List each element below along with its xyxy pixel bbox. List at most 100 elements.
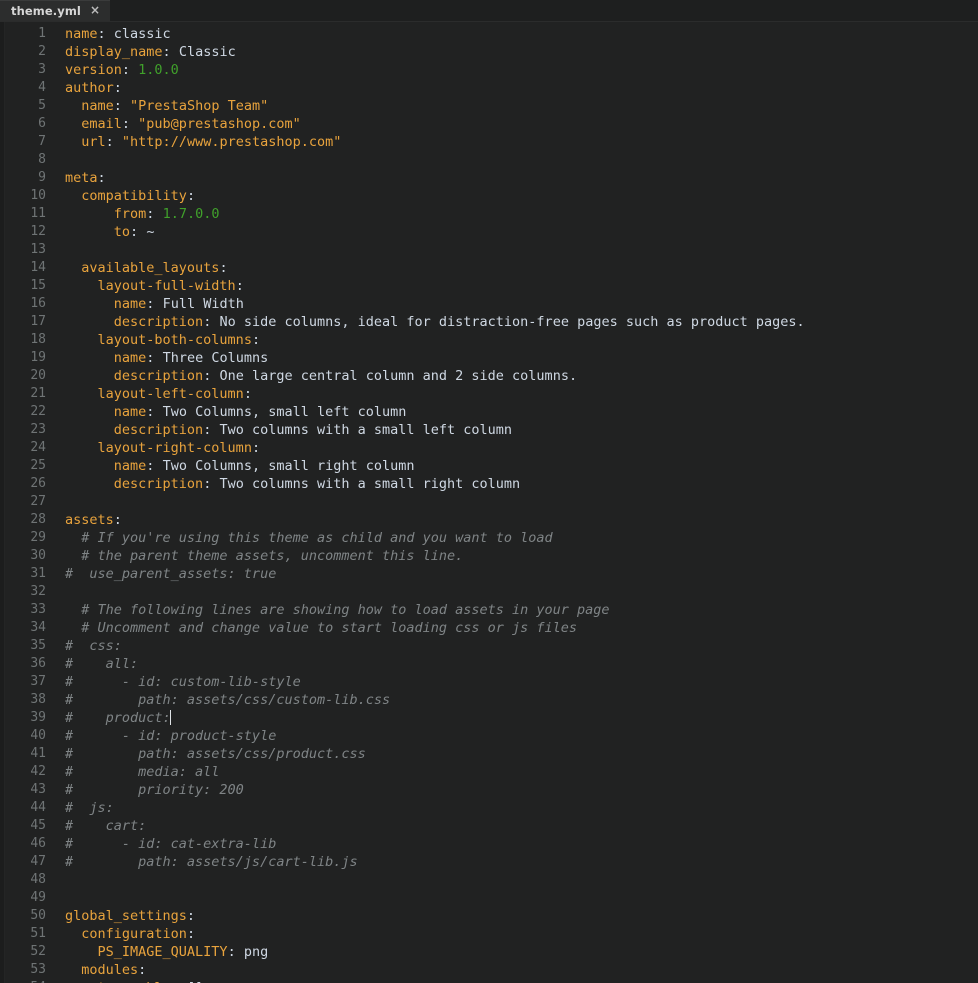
code-text[interactable]: name: Two Columns, small left column <box>49 403 407 421</box>
code-text[interactable]: email: "pub@prestashop.com" <box>49 115 300 133</box>
code-text[interactable]: name: Full Width <box>49 295 244 313</box>
code-text[interactable]: # - id: product-style <box>49 727 276 745</box>
code-line[interactable]: 8 <box>5 151 978 169</box>
code-text[interactable] <box>49 493 65 511</box>
code-line[interactable]: 13 <box>5 241 978 259</box>
code-text[interactable]: display_name: Classic <box>49 43 236 61</box>
code-text[interactable]: # css: <box>49 637 122 655</box>
tab-theme-yml[interactable]: theme.yml × <box>0 0 112 21</box>
code-line[interactable]: 50 global_settings: <box>5 907 978 925</box>
code-line[interactable]: 25 name: Two Columns, small right column <box>5 457 978 475</box>
code-line[interactable]: 44 # js: <box>5 799 978 817</box>
code-text[interactable]: # - id: cat-extra-lib <box>49 835 276 853</box>
code-line[interactable]: 33 # The following lines are showing how… <box>5 601 978 619</box>
code-text[interactable]: modules: <box>49 961 146 979</box>
code-line[interactable]: 49 <box>5 889 978 907</box>
code-line[interactable]: 40 # - id: product-style <box>5 727 978 745</box>
code-text[interactable]: meta: <box>49 169 106 187</box>
code-line[interactable]: 29 # If you're using this theme as child… <box>5 529 978 547</box>
code-text[interactable]: description: Two columns with a small le… <box>49 421 512 439</box>
code-text[interactable]: # path: assets/js/cart-lib.js <box>49 853 358 871</box>
code-text[interactable]: # Uncomment and change value to start lo… <box>49 619 577 637</box>
code-text[interactable]: # If you're using this theme as child an… <box>49 529 552 547</box>
code-line[interactable]: 28 assets: <box>5 511 978 529</box>
code-line[interactable]: 23 description: Two columns with a small… <box>5 421 978 439</box>
code-line[interactable]: 34 # Uncomment and change value to start… <box>5 619 978 637</box>
code-line[interactable]: 17 description: No side columns, ideal f… <box>5 313 978 331</box>
code-text[interactable]: compatibility: <box>49 187 195 205</box>
code-line[interactable]: 22 name: Two Columns, small left column <box>5 403 978 421</box>
code-text[interactable] <box>49 241 65 259</box>
code-line[interactable]: 48 <box>5 871 978 889</box>
code-text[interactable]: # media: all <box>49 763 219 781</box>
close-icon[interactable]: × <box>88 3 102 18</box>
code-line[interactable]: 20 description: One large central column… <box>5 367 978 385</box>
code-line[interactable]: 21 layout-left-column: <box>5 385 978 403</box>
code-line[interactable]: 26 description: Two columns with a small… <box>5 475 978 493</box>
code-line[interactable]: 10 compatibility: <box>5 187 978 205</box>
code-text[interactable]: description: One large central column an… <box>49 367 577 385</box>
code-text[interactable]: to: ~ <box>49 223 155 241</box>
code-line[interactable]: 3 version: 1.0.0 <box>5 61 978 79</box>
code-line[interactable]: 54 to_enable: [] <box>5 979 978 983</box>
code-line[interactable]: 15 layout-full-width: <box>5 277 978 295</box>
code-line[interactable]: 16 name: Full Width <box>5 295 978 313</box>
code-text[interactable]: version: 1.0.0 <box>49 61 179 79</box>
code-text[interactable]: description: No side columns, ideal for … <box>49 313 805 331</box>
code-line[interactable]: 35 # css: <box>5 637 978 655</box>
code-line[interactable]: 2 display_name: Classic <box>5 43 978 61</box>
code-text[interactable]: layout-both-columns: <box>49 331 261 349</box>
code-text[interactable]: layout-right-column: <box>49 439 261 457</box>
code-line[interactable]: 45 # cart: <box>5 817 978 835</box>
code-line[interactable]: 37 # - id: custom-lib-style <box>5 673 978 691</box>
code-text[interactable]: # product: <box>49 709 172 727</box>
code-line[interactable]: 51 configuration: <box>5 925 978 943</box>
code-line[interactable]: 36 # all: <box>5 655 978 673</box>
code-text[interactable]: description: Two columns with a small ri… <box>49 475 520 493</box>
code-line[interactable]: 6 email: "pub@prestashop.com" <box>5 115 978 133</box>
code-scroll-area[interactable]: 1 name: classic 2 display_name: Classic 3 ver… <box>5 22 978 983</box>
code-text[interactable]: configuration: <box>49 925 195 943</box>
code-line[interactable]: 14 available_layouts: <box>5 259 978 277</box>
code-text[interactable]: name: Three Columns <box>49 349 268 367</box>
code-line[interactable]: 9 meta: <box>5 169 978 187</box>
code-line[interactable]: 39 # product: <box>5 709 978 727</box>
code-text[interactable] <box>49 871 65 889</box>
code-line[interactable]: 12 to: ~ <box>5 223 978 241</box>
code-line[interactable]: 47 # path: assets/js/cart-lib.js <box>5 853 978 871</box>
code-line[interactable]: 5 name: "PrestaShop Team" <box>5 97 978 115</box>
code-text[interactable]: name: Two Columns, small right column <box>49 457 415 475</box>
code-line[interactable]: 24 layout-right-column: <box>5 439 978 457</box>
code-line[interactable]: 42 # media: all <box>5 763 978 781</box>
code-line[interactable]: 46 # - id: cat-extra-lib <box>5 835 978 853</box>
code-text[interactable]: assets: <box>49 511 122 529</box>
code-line[interactable]: 53 modules: <box>5 961 978 979</box>
code-line[interactable]: 19 name: Three Columns <box>5 349 978 367</box>
code-text[interactable]: # path: assets/css/custom-lib.css <box>49 691 390 709</box>
code-text[interactable]: author: <box>49 79 122 97</box>
code-line[interactable]: 7 url: "http://www.prestashop.com" <box>5 133 978 151</box>
code-text[interactable]: PS_IMAGE_QUALITY: png <box>49 943 269 961</box>
code-line[interactable]: 41 # path: assets/css/product.css <box>5 745 978 763</box>
code-text[interactable] <box>49 151 65 169</box>
code-line[interactable]: 43 # priority: 200 <box>5 781 978 799</box>
code-text[interactable]: # the parent theme assets, uncomment thi… <box>49 547 463 565</box>
code-editor[interactable]: 1 name: classic 2 display_name: Classic 3 ver… <box>0 22 978 983</box>
code-text[interactable] <box>49 889 65 907</box>
code-text[interactable]: available_layouts: <box>49 259 227 277</box>
code-line[interactable]: 30 # the parent theme assets, uncomment … <box>5 547 978 565</box>
code-text[interactable]: name: "PrestaShop Team" <box>49 97 268 115</box>
code-line[interactable]: 52 PS_IMAGE_QUALITY: png <box>5 943 978 961</box>
code-line[interactable]: 18 layout-both-columns: <box>5 331 978 349</box>
code-text[interactable]: layout-full-width: <box>49 277 244 295</box>
code-text[interactable]: # use_parent_assets: true <box>49 565 276 583</box>
code-text[interactable]: from: 1.7.0.0 <box>49 205 220 223</box>
code-text[interactable]: # The following lines are showing how to… <box>49 601 609 619</box>
code-line[interactable]: 38 # path: assets/css/custom-lib.css <box>5 691 978 709</box>
code-line[interactable]: 4 author: <box>5 79 978 97</box>
code-text[interactable]: # all: <box>49 655 138 673</box>
code-text[interactable]: layout-left-column: <box>49 385 252 403</box>
code-text[interactable]: global_settings: <box>49 907 195 925</box>
code-text[interactable]: name: classic <box>49 25 171 43</box>
code-line[interactable]: 11 from: 1.7.0.0 <box>5 205 978 223</box>
